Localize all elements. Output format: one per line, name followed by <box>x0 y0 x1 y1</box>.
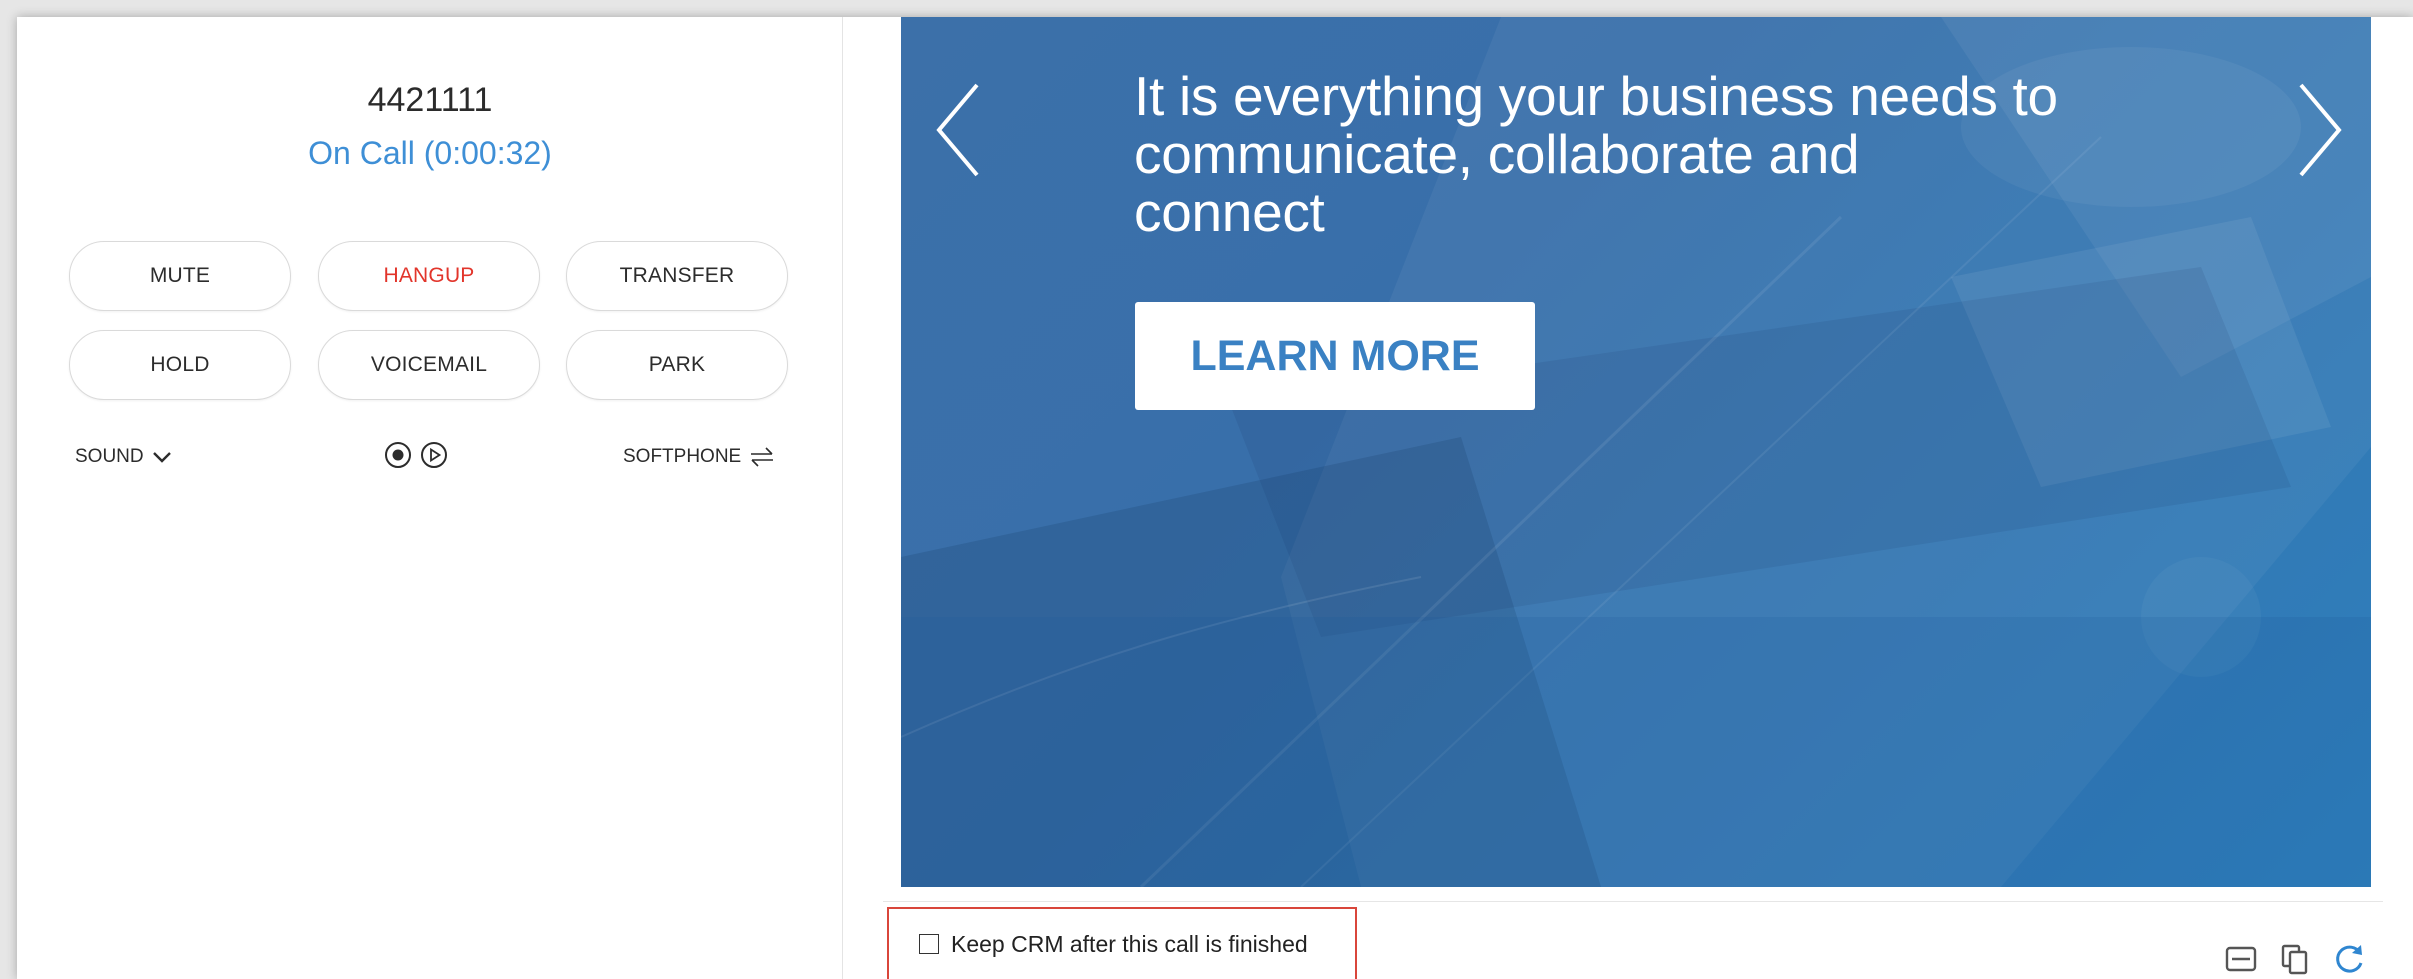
footer-divider <box>883 901 2383 902</box>
copy-icon[interactable] <box>2277 941 2313 977</box>
hangup-button[interactable]: HANGUP <box>318 241 540 311</box>
sound-label: SOUND <box>75 446 144 467</box>
transfer-button[interactable]: TRANSFER <box>566 241 788 311</box>
media-controls <box>383 438 449 472</box>
chevron-right-icon[interactable] <box>2291 75 2347 185</box>
caller-number: 4421111 <box>367 81 493 119</box>
sound-dropdown[interactable]: SOUND <box>75 442 172 472</box>
refresh-icon[interactable] <box>2331 941 2367 977</box>
app-window: 4421111 On Call (0:00:32) MUTE HANGUP TR… <box>17 17 2413 979</box>
hold-button[interactable]: HOLD <box>69 330 291 400</box>
play-icon[interactable] <box>419 440 449 470</box>
window-icon[interactable] <box>2223 941 2259 977</box>
softphone-toggle[interactable]: SOFTPHONE <box>623 442 777 472</box>
chevron-down-icon <box>152 452 171 463</box>
mute-button[interactable]: MUTE <box>69 241 291 311</box>
call-panel: 4421111 On Call (0:00:32) MUTE HANGUP TR… <box>17 17 843 979</box>
voicemail-button[interactable]: VOICEMAIL <box>318 330 540 400</box>
record-icon[interactable] <box>383 440 413 470</box>
learn-more-button[interactable]: LEARN MORE <box>1135 302 1535 410</box>
softphone-label: SOFTPHONE <box>623 446 742 467</box>
crm-toolbar <box>2223 937 2367 979</box>
banner-headline: It is everything your business needs to … <box>1134 65 2058 243</box>
keep-crm-option[interactable]: Keep CRM after this call is finished <box>887 907 1357 979</box>
chevron-left-icon[interactable] <box>931 75 987 185</box>
park-button[interactable]: PARK <box>566 330 788 400</box>
promo-banner: It is everything your business needs to … <box>901 17 2371 887</box>
keep-crm-checkbox[interactable] <box>919 934 939 954</box>
call-status: On Call (0:00:32) <box>308 135 552 171</box>
keep-crm-label: Keep CRM after this call is finished <box>951 930 1308 957</box>
swap-arrows-icon <box>751 447 774 467</box>
